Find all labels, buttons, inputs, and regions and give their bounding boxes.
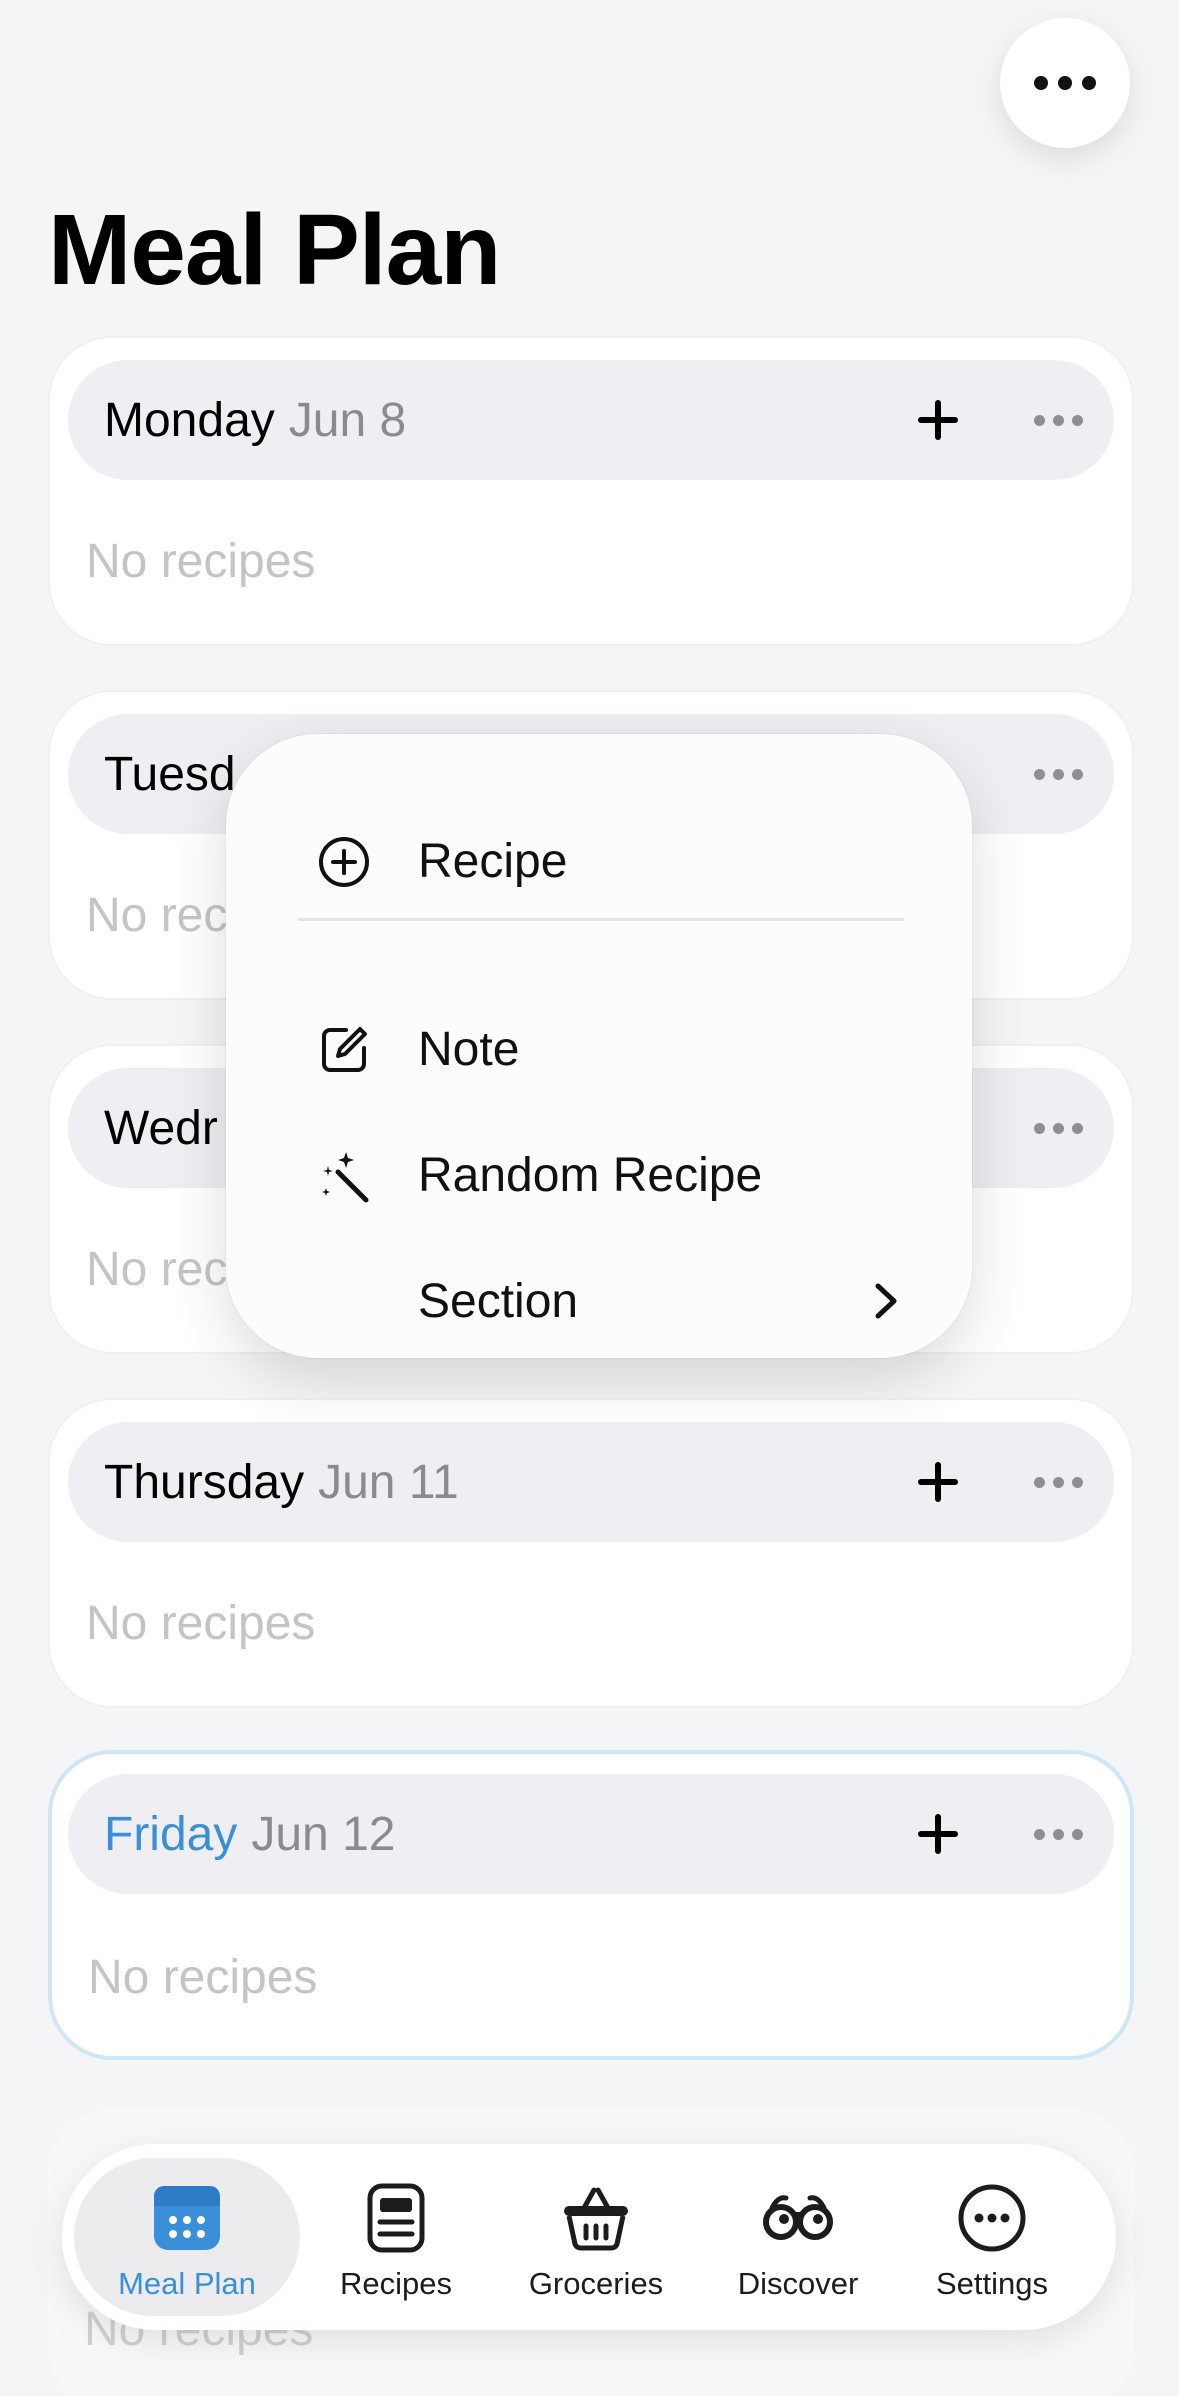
menu-item-random-recipe[interactable]: Random Recipe xyxy=(226,1120,972,1230)
menu-item-recipe[interactable]: Recipe xyxy=(226,806,972,916)
tab-bar: Meal Plan Recipes Groceries Discover Set… xyxy=(62,2144,1116,2330)
menu-divider xyxy=(298,918,904,921)
day-label: Wedr xyxy=(104,1068,218,1188)
day-date: Jun 11 xyxy=(318,1455,459,1509)
ellipsis-dot xyxy=(1071,414,1083,426)
tab-label: Meal Plan xyxy=(118,2266,256,2301)
tab-label: Discover xyxy=(737,2266,859,2301)
tab-recipes[interactable]: Recipes xyxy=(296,2144,496,2330)
day-header: Thursday Jun 11 xyxy=(68,1422,1114,1542)
day-card-friday: Friday Jun 12 No recipes xyxy=(48,1750,1134,2060)
empty-state-text: No recipes xyxy=(86,535,316,588)
tab-groceries[interactable]: Groceries xyxy=(496,2144,696,2330)
calendar-icon xyxy=(154,2186,220,2250)
day-date: Jun 8 xyxy=(288,393,407,447)
tab-label: Settings xyxy=(935,2266,1048,2301)
add-recipe-button[interactable] xyxy=(908,1804,968,1864)
empty-state-text: No recipes xyxy=(86,1597,316,1650)
tab-meal-plan[interactable]: Meal Plan xyxy=(74,2158,300,2316)
ellipsis-icon xyxy=(1034,76,1048,90)
day-name: Friday xyxy=(104,1807,238,1861)
add-menu-popup: Recipe Note Random Recipe Section xyxy=(226,734,972,1358)
menu-item-note[interactable]: Note xyxy=(226,994,972,1104)
menu-item-label: Section xyxy=(418,1274,579,1328)
ellipsis-icon xyxy=(1033,1828,1045,1840)
ellipsis-dot xyxy=(1052,1476,1064,1488)
day-label: Monday Jun 8 xyxy=(104,360,406,480)
ellipsis-dot xyxy=(1082,76,1096,90)
day-name: Monday xyxy=(104,393,275,447)
day-card-thursday: Thursday Jun 11 No recipes xyxy=(48,1398,1134,1708)
menu-item-label: Recipe xyxy=(418,834,568,888)
tab-discover[interactable]: Discover xyxy=(698,2144,898,2330)
day-card-monday: Monday Jun 8 No recipes xyxy=(48,336,1134,646)
day-date: Jun 12 xyxy=(251,1807,396,1861)
ellipsis-dot xyxy=(1071,1828,1083,1840)
page-title: Meal Plan xyxy=(48,194,501,306)
day-name: Wedr xyxy=(104,1101,218,1155)
ellipsis-dot xyxy=(1052,768,1064,780)
menu-item-section[interactable]: Section xyxy=(226,1246,972,1356)
magic-wand-icon xyxy=(322,1152,369,1203)
tab-settings[interactable]: Settings xyxy=(892,2144,1092,2330)
day-options-button[interactable] xyxy=(1018,1452,1098,1512)
binoculars-icon xyxy=(763,2195,833,2240)
day-label: Tuesd xyxy=(104,714,236,834)
day-header: Monday Jun 8 xyxy=(68,360,1114,480)
ellipsis-icon xyxy=(1033,768,1045,780)
ellipsis-dot xyxy=(1071,1476,1083,1488)
plus-circle-icon xyxy=(319,837,369,887)
menu-item-label: Random Recipe xyxy=(418,1148,763,1202)
day-label: Friday Jun 12 xyxy=(104,1774,395,1894)
empty-state-text: No rec xyxy=(86,889,228,942)
day-name: Tuesd xyxy=(104,747,236,801)
edit-note-icon xyxy=(322,1027,367,1072)
add-recipe-button[interactable] xyxy=(908,1452,968,1512)
empty-state-text: No rec xyxy=(86,1243,228,1296)
ellipsis-icon xyxy=(1033,1476,1045,1488)
basket-icon xyxy=(564,2187,628,2251)
day-options-button[interactable] xyxy=(1018,744,1098,804)
ellipsis-icon xyxy=(1033,414,1045,426)
ellipsis-dot xyxy=(1071,1122,1083,1134)
ellipsis-dot xyxy=(1052,414,1064,426)
empty-state-text: No recipes xyxy=(88,1951,318,2004)
day-name: Thursday xyxy=(104,1455,305,1509)
more-options-button[interactable] xyxy=(1000,18,1130,148)
ellipsis-dot xyxy=(1058,76,1072,90)
day-options-button[interactable] xyxy=(1018,1804,1098,1864)
menu-item-label: Note xyxy=(418,1022,520,1076)
tab-label: Groceries xyxy=(528,2266,664,2301)
ellipsis-dot xyxy=(1071,768,1083,780)
add-recipe-button[interactable] xyxy=(908,390,968,450)
chevron-right-icon xyxy=(875,1283,897,1319)
day-options-button[interactable] xyxy=(1018,390,1098,450)
day-header: Friday Jun 12 xyxy=(68,1774,1114,1894)
tab-label: Recipes xyxy=(340,2266,452,2301)
recipe-card-icon xyxy=(367,2183,425,2253)
day-label: Thursday Jun 11 xyxy=(104,1422,459,1542)
day-options-button[interactable] xyxy=(1018,1098,1098,1158)
ellipsis-circle-icon xyxy=(958,2184,1026,2252)
ellipsis-dot xyxy=(1052,1122,1064,1134)
ellipsis-icon xyxy=(1033,1122,1045,1134)
ellipsis-dot xyxy=(1052,1828,1064,1840)
